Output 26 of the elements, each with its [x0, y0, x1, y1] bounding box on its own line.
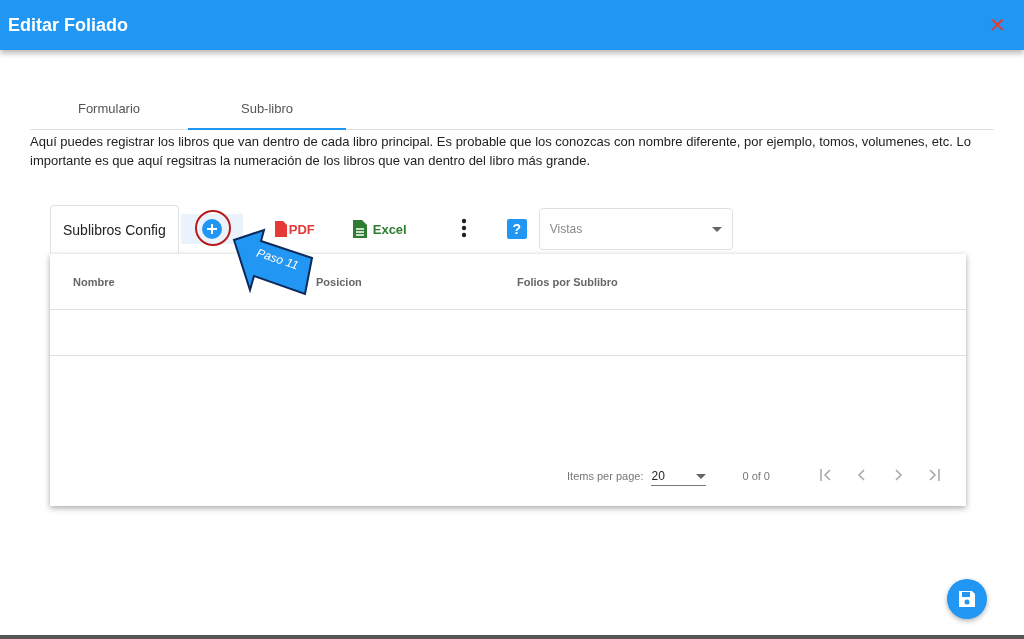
column-header: Nombre	[73, 275, 116, 288]
description-text: Aquí puedes registrar los libros que van dentro de cada libro principal. Es probable que los conozcas con nombre diferente, por ejemplo, tomos, volumenes, etc. Lo importante es que aquí regsitras la numeración de los libros que van dentro del libro más grande.	[30, 133, 972, 170]
table-title: Sublibros Config	[50, 204, 179, 254]
column-header: Folios por Sublibro	[517, 275, 619, 288]
help-button[interactable]: ?	[506, 219, 527, 239]
items-per-page-label: Items per page:	[567, 470, 644, 482]
spreadsheet-file-icon	[352, 220, 367, 238]
dropdown-caret-icon	[711, 226, 722, 232]
more-icon	[460, 217, 467, 238]
dropdown-caret-icon	[696, 473, 707, 479]
chevron-icon	[926, 466, 942, 483]
column-header: Posicion	[316, 275, 363, 288]
add-button[interactable]	[180, 214, 243, 244]
views-dropdown[interactable]: Vistas	[538, 208, 733, 250]
plus-icon	[200, 218, 223, 240]
chevron-icon	[818, 466, 834, 483]
pdf-file-icon	[274, 221, 287, 237]
save-button[interactable]	[947, 579, 987, 619]
window-title: Editar Foliado	[8, 14, 128, 36]
save-icon	[957, 589, 977, 609]
excel-button[interactable]: Excel	[346, 219, 413, 239]
tab[interactable]: Sub-libro	[188, 88, 346, 130]
page-range: 0 of 0	[742, 470, 770, 482]
page-size-select[interactable]: 20	[651, 466, 707, 486]
step-highlight-tooltip	[195, 210, 231, 246]
tab[interactable]: Formulario	[30, 88, 188, 130]
